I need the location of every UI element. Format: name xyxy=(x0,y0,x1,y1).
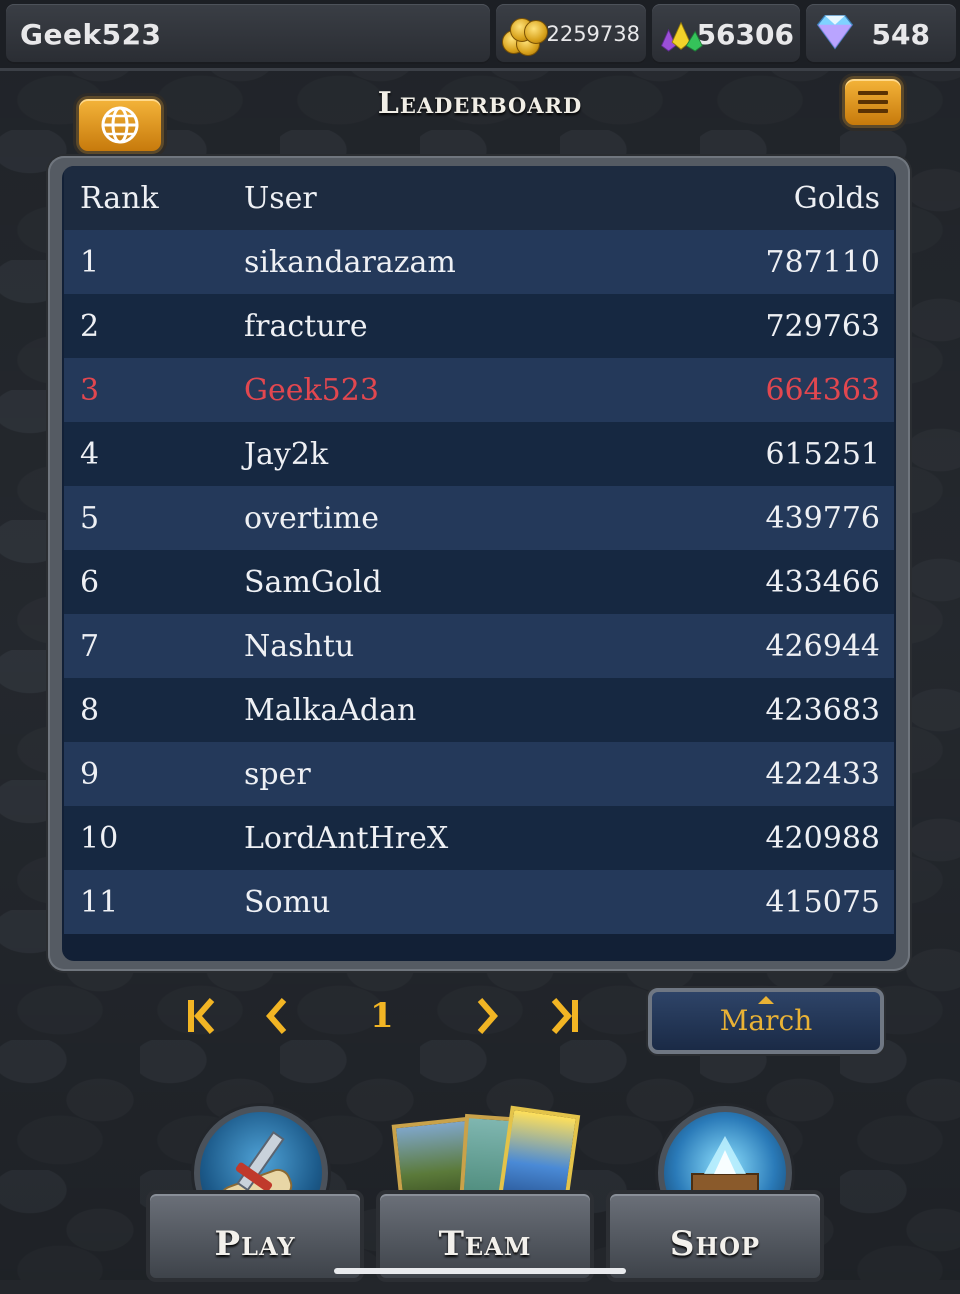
chevron-up-icon xyxy=(758,996,774,1004)
golds-cell: 787110 xyxy=(664,230,894,294)
table-row[interactable]: 9 sper 422433 xyxy=(64,742,894,806)
prev-page-button[interactable] xyxy=(264,994,290,1044)
rank-cell: 10 xyxy=(64,806,244,870)
rank-cell: 9 xyxy=(64,742,244,806)
last-page-button[interactable] xyxy=(548,994,582,1044)
month-label: March xyxy=(719,1004,813,1037)
leaderboard-table-container[interactable]: Rank User Golds 1 sikandarazam 787110 2 … xyxy=(62,166,896,961)
table-row[interactable]: 1 sikandarazam 787110 xyxy=(64,230,894,294)
table-row[interactable]: 10 LordAntHreX 420988 xyxy=(64,806,894,870)
golds-cell: 615251 xyxy=(664,422,894,486)
gold-coins-icon xyxy=(502,14,548,56)
golds-cell: 729763 xyxy=(664,294,894,358)
username-label: Geek523 xyxy=(20,17,162,51)
menu-button[interactable] xyxy=(842,76,904,128)
rank-cell: 11 xyxy=(64,870,244,934)
user-cell: MalkaAdan xyxy=(244,678,664,742)
current-page-number: 1 xyxy=(370,996,394,1036)
column-header-user: User xyxy=(244,166,664,230)
user-cell: Jay2k xyxy=(244,422,664,486)
user-cell: SamGold xyxy=(244,550,664,614)
resource-bar: Geek523 2259738 56306 548 xyxy=(0,0,960,71)
leaderboard-panel: Rank User Golds 1 sikandarazam 787110 2 … xyxy=(48,156,910,971)
gold-value: 2259738 xyxy=(546,22,640,46)
chevron-right-icon xyxy=(477,998,498,1034)
golds-cell: 426944 xyxy=(664,614,894,678)
play-button[interactable]: Play xyxy=(146,1190,364,1282)
table-row[interactable]: 6 SamGold 433466 xyxy=(64,550,894,614)
first-page-button[interactable] xyxy=(184,994,218,1044)
rank-cell: 5 xyxy=(64,486,244,550)
home-indicator[interactable] xyxy=(334,1268,626,1274)
golds-cell: 433466 xyxy=(664,550,894,614)
column-header-rank: Rank xyxy=(64,166,244,230)
user-cell: Somu xyxy=(244,870,664,934)
user-cell: Geek523 xyxy=(244,358,664,422)
leaderboard-table: Rank User Golds 1 sikandarazam 787110 2 … xyxy=(64,166,894,934)
golds-cell: 420988 xyxy=(664,806,894,870)
user-cell: sper xyxy=(244,742,664,806)
gems-counter[interactable]: 56306 xyxy=(652,4,800,64)
rank-cell: 2 xyxy=(64,294,244,358)
chevron-left-icon xyxy=(266,998,287,1034)
table-row[interactable]: 11 Somu 415075 xyxy=(64,870,894,934)
table-row-current-user[interactable]: 3 Geek523 664363 xyxy=(64,358,894,422)
rank-cell: 3 xyxy=(64,358,244,422)
table-row[interactable]: 2 fracture 729763 xyxy=(64,294,894,358)
gold-counter[interactable]: 2259738 xyxy=(496,4,646,64)
golds-cell: 423683 xyxy=(664,678,894,742)
golds-cell: 664363 xyxy=(664,358,894,422)
golds-cell: 439776 xyxy=(664,486,894,550)
column-header-golds: Golds xyxy=(664,166,894,230)
table-header-row: Rank User Golds xyxy=(64,166,894,230)
rank-cell: 8 xyxy=(64,678,244,742)
user-cell: Nashtu xyxy=(244,614,664,678)
month-selector-button[interactable]: March xyxy=(648,988,884,1054)
diamonds-counter[interactable]: 548 xyxy=(806,4,956,64)
gems-icon xyxy=(660,21,703,52)
shop-button[interactable]: Shop xyxy=(606,1190,824,1282)
table-row[interactable]: 7 Nashtu 426944 xyxy=(64,614,894,678)
rank-cell: 6 xyxy=(64,550,244,614)
golds-cell: 415075 xyxy=(664,870,894,934)
last-page-icon xyxy=(551,998,578,1034)
user-cell: sikandarazam xyxy=(244,230,664,294)
table-row[interactable]: 8 MalkaAdan 423683 xyxy=(64,678,894,742)
golds-cell: 422433 xyxy=(664,742,894,806)
diamonds-value: 548 xyxy=(871,17,930,51)
table-row[interactable]: 4 Jay2k 615251 xyxy=(64,422,894,486)
next-page-button[interactable] xyxy=(474,994,500,1044)
gems-value: 56306 xyxy=(696,17,794,51)
user-cell: overtime xyxy=(244,486,664,550)
rank-cell: 4 xyxy=(64,422,244,486)
user-cell: fracture xyxy=(244,294,664,358)
table-row[interactable]: 5 overtime 439776 xyxy=(64,486,894,550)
first-page-icon xyxy=(188,998,215,1034)
page-title: Leaderboard xyxy=(377,86,583,121)
rank-cell: 7 xyxy=(64,614,244,678)
rank-cell: 1 xyxy=(64,230,244,294)
diamond-icon xyxy=(816,14,854,50)
hamburger-menu-icon xyxy=(858,91,888,113)
user-cell: LordAntHreX xyxy=(244,806,664,870)
username-field[interactable]: Geek523 xyxy=(6,4,490,64)
